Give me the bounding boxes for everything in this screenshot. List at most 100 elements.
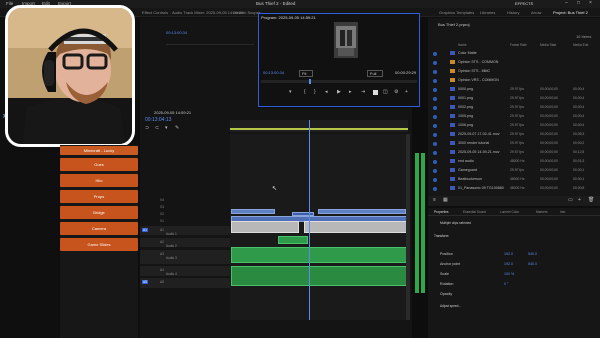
timeline-ruler[interactable] (230, 120, 408, 132)
header-name[interactable]: Name (458, 43, 467, 47)
program-playhead[interactable] (309, 79, 311, 84)
snap-icon[interactable]: ⊃ (145, 126, 150, 131)
project-item[interactable]: 0002.png 29.97 fps 00;00;00;00 00;00;4 (428, 103, 600, 112)
property-value[interactable]: 540.0 (528, 252, 537, 256)
step-forward-icon[interactable]: ▸ (349, 90, 354, 95)
tab-info[interactable]: Info (560, 210, 565, 214)
adjust-speed-link[interactable]: Adjust speed... (440, 304, 461, 308)
source-patch-a5[interactable]: A5 (142, 280, 148, 284)
track-header-a3: A3 Audio 3 (140, 250, 230, 264)
media-icon (450, 123, 455, 127)
label-button-props[interactable]: Props (60, 190, 138, 203)
close-icon[interactable]: × (589, 0, 592, 6)
project-item[interactable]: Beatbuckerson 48000 Hz 00;00;00;00 00;00;1 (428, 175, 600, 184)
menu-file[interactable]: File (6, 1, 13, 6)
project-footer: ≡ ▦ ▭ + 🗑 (428, 196, 600, 206)
project-item[interactable]: 1006.png 29.97 fps 00;00;00;00 00;00;4 (428, 121, 600, 130)
project-item[interactable]: Gameguard 29.97 fps 00;00;00;00 00;00;1 (428, 166, 600, 175)
tab-libraries[interactable]: Libraries (480, 10, 495, 15)
play-icon[interactable]: ▶ (337, 90, 342, 95)
minimize-icon[interactable]: – (565, 0, 568, 6)
properties-panel: Properties Essential Sound Lumetri Color… (428, 208, 600, 338)
icon-view-icon[interactable]: ▦ (443, 198, 448, 203)
header-media-end[interactable]: Media End (573, 43, 588, 47)
tab-markers[interactable]: Markers (536, 210, 548, 214)
effects-workspace-label[interactable]: EFFECTS (515, 1, 533, 6)
tab-history[interactable]: History (507, 10, 519, 15)
tab-lumetri-color[interactable]: Lumetri Color (500, 210, 519, 214)
timeline-playhead[interactable] (309, 120, 310, 320)
lift-icon[interactable]: ⇥ (361, 90, 366, 95)
label-button-bridge[interactable]: Bridge (60, 206, 138, 219)
project-item[interactable]: end audio 48000 Hz 00;00;00;00 00;01;3 (428, 157, 600, 166)
label-button-camera[interactable]: Camera (60, 222, 138, 235)
timeline-scrollbar[interactable] (406, 134, 410, 320)
tab-essential-sound[interactable]: Essential Sound (463, 210, 486, 214)
audio-clip[interactable] (278, 236, 308, 244)
property-value[interactable]: 192.0 (504, 262, 513, 266)
project-item[interactable]: 3000 render tutorial 29.97 fps 00;00;00;00… (428, 139, 600, 148)
label-button-goes[interactable]: Goes (60, 158, 138, 171)
property-value[interactable]: 192.0 (504, 252, 513, 256)
tab-graphics-templates[interactable]: Graphics Templates (439, 10, 474, 15)
add-icon[interactable]: + (405, 90, 410, 95)
audio-clip[interactable] (231, 247, 407, 263)
comparison-icon[interactable]: ◫ (383, 90, 388, 95)
new-bin-icon[interactable]: ▭ (568, 198, 573, 203)
source-patch-a1[interactable]: A1 (142, 228, 148, 232)
tab-properties[interactable]: Properties (434, 210, 449, 214)
step-back-icon[interactable]: ◂ (325, 90, 330, 95)
item-frame-rate: 48000 Hz (510, 177, 525, 181)
video-clip[interactable] (231, 209, 275, 214)
audio-clip[interactable] (231, 221, 299, 233)
marker-icon[interactable]: ▾ (289, 90, 294, 95)
audio-clip[interactable] (231, 266, 407, 286)
project-item[interactable]: Opinion STS - MMC (428, 67, 600, 76)
new-item-icon[interactable]: + (578, 198, 583, 203)
tab-lumetri-scopes[interactable]: Lumetri Scopes (233, 10, 261, 15)
list-view-icon[interactable]: ≡ (433, 198, 438, 203)
delete-icon[interactable]: 🗑 (588, 198, 594, 203)
program-timebar[interactable] (261, 80, 417, 83)
project-item[interactable]: 2025-09-05 14-59-21.mov 29.97 fps 00;00;00… (428, 148, 600, 157)
export-frame-icon[interactable] (373, 90, 378, 95)
maximize-icon[interactable]: □ (577, 0, 580, 6)
header-media-start[interactable]: Media Start (540, 43, 556, 47)
item-media-end: 00;00;4 (573, 96, 585, 100)
transform-section[interactable]: Transform (434, 234, 448, 238)
project-item[interactable]: 0001.png 29.97 fps 00;00;00;00 00;00;4 (428, 94, 600, 103)
project-item[interactable]: Opinion VRS - COMMON (428, 76, 600, 85)
fit-dropdown[interactable]: Fit (299, 70, 314, 77)
work-area-bar[interactable] (230, 128, 408, 130)
project-item[interactable]: Color Matte (428, 49, 600, 58)
tab-arrow[interactable]: Arrow (531, 10, 541, 15)
project-item[interactable]: 01_Panasonic 09 TG100880 48000 Hz 00;00;00… (428, 184, 600, 193)
quality-dropdown[interactable]: Full (367, 70, 384, 77)
label-button-game-slides[interactable]: Game Slides (60, 238, 138, 251)
media-icon (450, 150, 455, 154)
tab-project[interactable]: Project: Bus Thief 2 (553, 10, 588, 15)
header-frame-rate[interactable]: Frame Rate (510, 43, 527, 47)
settings-icon[interactable]: ⚙ (394, 90, 399, 95)
sequence-tab[interactable]: 2025-09-05 14:59:21 (154, 110, 191, 115)
mark-in-icon[interactable]: { (304, 90, 309, 95)
property-value[interactable]: 540.0 (528, 262, 537, 266)
wrench-icon[interactable]: ✎ (175, 126, 180, 131)
label-button-hilo[interactable]: Hilo (60, 174, 138, 187)
property-value[interactable]: 100 % (504, 272, 514, 276)
project-item[interactable]: 2025-09-07 17-02-41.mov 29.97 fps 00;00;00… (428, 130, 600, 139)
project-item[interactable]: Opinion STS - COMMON (428, 58, 600, 67)
label-button-minecraft[interactable]: Minecraft - Lucky (60, 146, 138, 155)
tab-effect-controls[interactable]: Effect Controls (142, 10, 168, 15)
mark-out-icon[interactable]: } (314, 90, 319, 95)
item-name: 2025-09-07 17-02-41.mov (458, 132, 500, 136)
video-clip[interactable] (318, 209, 406, 214)
project-item[interactable]: 1005.png 29.97 fps 00;00;00;00 00;00;4 (428, 112, 600, 121)
item-media-start: 00;00;00;00 (540, 177, 558, 181)
item-frame-rate: 29.97 fps (510, 150, 524, 154)
linked-selection-icon[interactable]: ⊂ (155, 126, 160, 131)
project-item[interactable]: 0000.png 29.97 fps 00;00;00;00 00;00;4 (428, 85, 600, 94)
add-marker-icon[interactable]: ▾ (165, 126, 170, 131)
property-value[interactable]: 0 ° (504, 282, 508, 286)
audio-clip[interactable] (304, 221, 408, 233)
